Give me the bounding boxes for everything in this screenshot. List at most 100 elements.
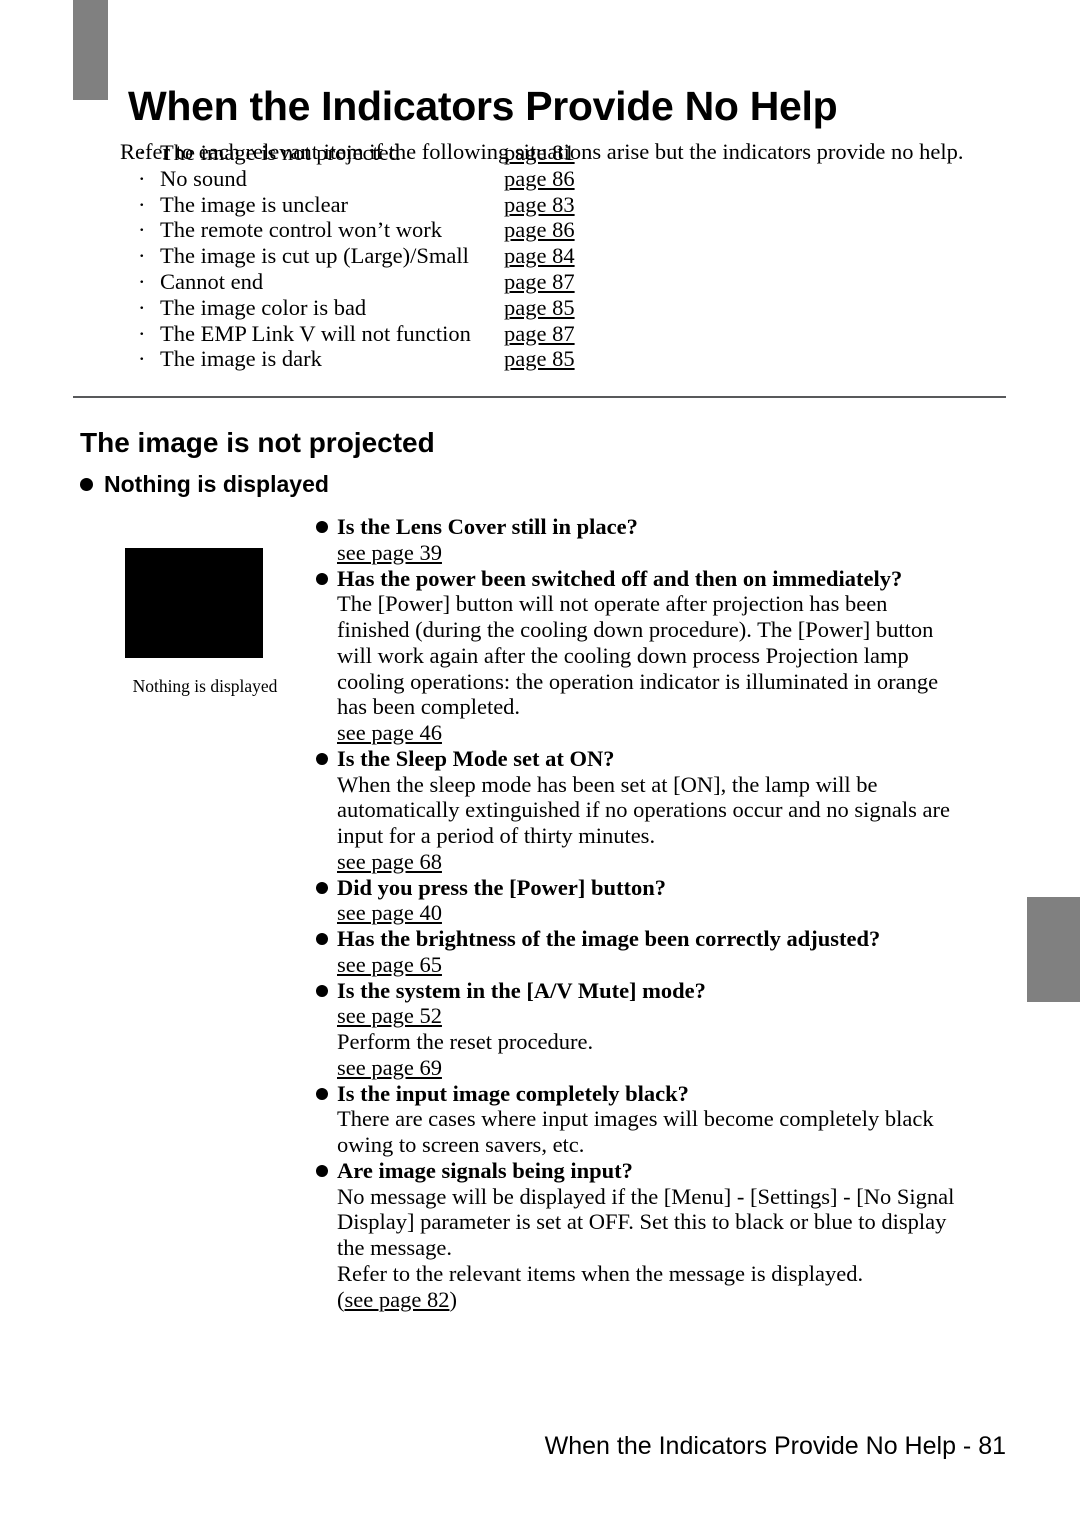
index-row: · No sound page 86	[138, 166, 638, 192]
middot-bullet-icon: ·	[138, 346, 146, 372]
qa-body-text: Display] parameter is set at OFF. Set th…	[337, 1209, 947, 1235]
qa-body-text: Perform the reset procedure.	[337, 1029, 594, 1054]
index-row: · The EMP Link V will not function page 87	[138, 321, 638, 347]
qa-reference-link[interactable]: see page 39	[337, 540, 442, 566]
middot-bullet-icon: ·	[138, 140, 146, 165]
middot-bullet-icon: ·	[138, 191, 146, 217]
header-accent-bar	[73, 0, 108, 100]
qa-reference-link[interactable]: see page 52	[337, 1003, 442, 1029]
qa-reference-link[interactable]: see page 46	[337, 720, 442, 746]
qa-question-line: Is the system in the [A/V Mute] mode?	[316, 978, 976, 1004]
qa-body-line: input for a period of thirty minutes.	[316, 823, 976, 849]
section-divider	[73, 396, 1006, 398]
qa-reference-text[interactable]: (see page 82)	[337, 1287, 457, 1313]
qa-page-reference: see page 69	[316, 1055, 976, 1081]
qa-page-reference: see page 52	[316, 1003, 976, 1029]
index-page-reference[interactable]: page 86	[504, 166, 575, 192]
qa-body-line: There are cases where input images will …	[316, 1106, 976, 1132]
index-item-label: The image is not projected	[160, 140, 400, 165]
filled-circle-bullet-icon	[80, 478, 93, 491]
middot-bullet-icon: ·	[138, 165, 146, 191]
qa-reference-link[interactable]: see page 82	[345, 1287, 450, 1312]
filled-circle-bullet-icon	[316, 1164, 328, 1177]
qa-body-line: No message will be displayed if the [Men…	[316, 1184, 976, 1210]
page-edge-tab	[1027, 897, 1080, 1002]
page-title: When the Indicators Provide No Help	[128, 83, 838, 130]
qa-question-line: Has the power been switched off and then…	[316, 566, 976, 592]
index-row: · The image is dark page 85	[138, 346, 638, 372]
qa-question-text: Is the Sleep Mode set at ON?	[337, 745, 615, 771]
troubleshooting-body: Is the Lens Cover still in place? see pag…	[316, 514, 976, 1312]
qa-body-text: Refer to the relevant items when the mes…	[337, 1260, 864, 1286]
qa-body-text: input for a period of thirty minutes.	[337, 823, 656, 848]
qa-body-line: Display] parameter is set at OFF. Set th…	[316, 1209, 976, 1235]
qa-question-line: Are image signals being input?	[316, 1158, 976, 1184]
qa-body-text: has been completed.	[337, 694, 521, 720]
index-page-reference[interactable]: page 85	[504, 295, 575, 321]
section-title: The image is not projected	[80, 427, 435, 459]
qa-body-text: There are cases where input images will …	[337, 1106, 934, 1132]
qa-question-text: Has the power been switched off and then…	[337, 565, 903, 591]
middot-bullet-icon: ·	[138, 243, 146, 269]
filled-circle-bullet-icon	[316, 1087, 328, 1100]
middot-bullet-icon: ·	[138, 217, 146, 243]
filled-circle-bullet-icon	[316, 881, 328, 894]
index-page-reference[interactable]: page 86	[504, 217, 575, 243]
middot-bullet-icon: ·	[138, 320, 146, 346]
qa-body-text: cooling operations: the operation indica…	[337, 668, 939, 694]
qa-question-line: Is the Sleep Mode set at ON?	[316, 746, 976, 772]
qa-page-reference: (see page 82)	[316, 1287, 976, 1313]
qa-body-line: The [Power] button will not operate afte…	[316, 591, 976, 617]
qa-question-text: Has the brightness of the image been cor…	[337, 926, 881, 951]
index-page-reference[interactable]: page 84	[504, 243, 575, 269]
troubleshooting-index: · The image is not projected page 81 · No so…	[138, 140, 638, 372]
filled-circle-bullet-icon	[316, 933, 328, 945]
qa-page-reference: see page 46	[316, 720, 976, 746]
qa-body-line: Refer to the relevant items when the mes…	[316, 1261, 976, 1287]
qa-question-text: Did you press the [Power] button?	[337, 874, 666, 900]
qa-body-text: owing to screen savers, etc.	[337, 1132, 585, 1157]
index-item-label: The image is unclear	[160, 191, 349, 217]
qa-question-text: Is the input image completely black?	[337, 1080, 689, 1106]
qa-question-line: Is the Lens Cover still in place?	[316, 514, 976, 540]
qa-body-text: automatically extinguished if no operati…	[337, 797, 950, 823]
qa-body-text: When the sleep mode has been set at [ON]…	[337, 771, 878, 797]
qa-reference-link[interactable]: see page 69	[337, 1055, 442, 1081]
qa-page-reference: see page 68	[316, 849, 976, 875]
filled-circle-bullet-icon	[316, 984, 328, 997]
qa-body-text: the message.	[337, 1235, 452, 1260]
index-page-reference[interactable]: page 87	[504, 269, 575, 295]
qa-question-line: Did you press the [Power] button?	[316, 875, 976, 901]
index-item-label: No sound	[160, 165, 247, 191]
qa-page-reference: see page 40	[316, 900, 976, 926]
index-item-label: The image color is bad	[160, 294, 367, 320]
subsection-label: Nothing is displayed	[104, 471, 329, 497]
qa-page-reference: see page 65	[316, 952, 976, 978]
qa-question-line: Is the input image completely black?	[316, 1081, 976, 1107]
middot-bullet-icon: ·	[138, 268, 146, 294]
qa-question-text: Is the system in the [A/V Mute] mode?	[337, 977, 706, 1003]
filled-circle-bullet-icon	[316, 521, 328, 533]
page-footer: When the Indicators Provide No Help - 81	[544, 1432, 1006, 1460]
qa-reference-link[interactable]: see page 68	[337, 849, 442, 875]
middot-bullet-icon: ·	[138, 294, 146, 320]
subsection-title: Nothing is displayed	[80, 471, 329, 498]
index-page-reference[interactable]: page 81	[504, 140, 575, 166]
qa-body-text: finished (during the cooling down proced…	[337, 617, 934, 642]
qa-question-text: Are image signals being input?	[337, 1157, 633, 1183]
index-row: · The remote control won’t work page 86	[138, 217, 638, 243]
index-row: · Cannot end page 87	[138, 269, 638, 295]
index-page-reference[interactable]: page 83	[504, 192, 575, 218]
index-item-label: The EMP Link V will not function	[160, 320, 471, 346]
index-page-reference[interactable]: page 85	[504, 346, 575, 372]
qa-reference-link[interactable]: see page 40	[337, 900, 442, 926]
qa-body-text: The [Power] button will not operate afte…	[337, 591, 888, 617]
figure-caption: Nothing is displayed	[132, 676, 278, 696]
index-page-reference[interactable]: page 87	[504, 321, 575, 347]
index-item-label: The image is dark	[160, 346, 322, 372]
qa-body-line: automatically extinguished if no operati…	[316, 797, 976, 823]
qa-reference-link[interactable]: see page 65	[337, 952, 442, 978]
index-item-label: The remote control won’t work	[160, 217, 443, 243]
qa-body-text: will work again after the cooling down p…	[337, 642, 909, 668]
qa-body-line: the message.	[316, 1235, 976, 1261]
